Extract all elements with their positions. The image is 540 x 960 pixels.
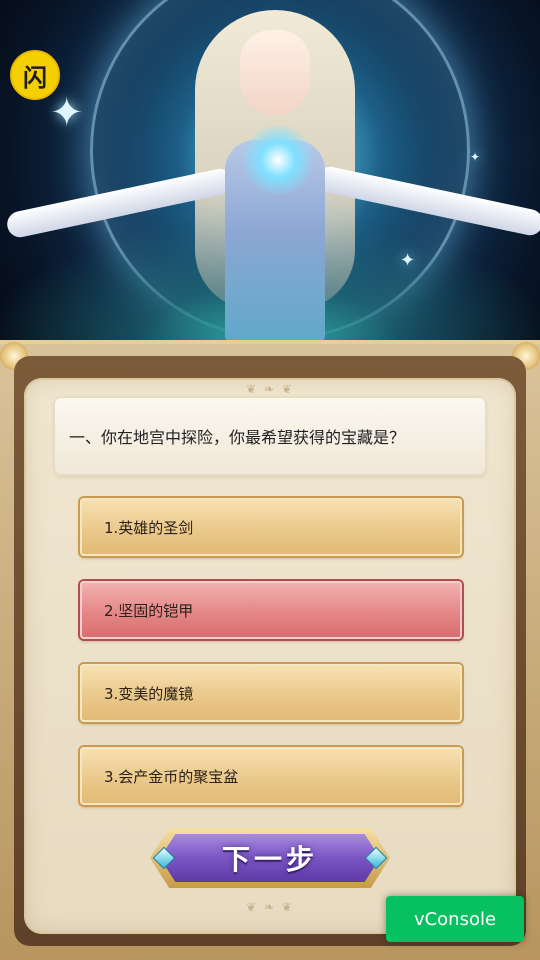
- character-illustration: [4, 0, 540, 345]
- vconsole-label: vConsole: [413, 908, 497, 930]
- option-label: 3.变美的魔镜: [104, 684, 194, 703]
- app-logo[interactable]: 闪: [10, 50, 60, 100]
- next-button-label: 下一步: [221, 843, 318, 876]
- option-label: 3.会产金币的聚宝盆: [104, 767, 239, 786]
- hero-artwork: ✦ ✦ ✦: [0, 0, 540, 345]
- option-3[interactable]: 3.变美的魔镜: [80, 664, 462, 722]
- question-text: 一、你在地宫中探险，你最希望获得的宝藏是？: [69, 428, 406, 447]
- sparkle-icon: ✦: [50, 90, 84, 136]
- option-label: 2.坚固的铠甲: [104, 601, 194, 620]
- magic-orb: [243, 125, 313, 195]
- bottom-ornament: ❦ ❧ ❦: [246, 900, 294, 914]
- next-button-face: 下一步: [160, 834, 380, 882]
- logo-glyph: 闪: [23, 63, 47, 92]
- next-button[interactable]: 下一步: [150, 828, 390, 888]
- option-label: 1.英雄的圣剑: [104, 518, 194, 537]
- top-ornament: ❦ ❧ ❦: [246, 382, 294, 396]
- option-4[interactable]: 3.会产金币的聚宝盆: [80, 747, 462, 805]
- option-1[interactable]: 1.英雄的圣剑: [80, 498, 462, 556]
- option-2[interactable]: 2.坚固的铠甲: [80, 581, 462, 639]
- character-face: [240, 30, 310, 115]
- sparkle-icon: ✦: [470, 150, 481, 164]
- question-box: 一、你在地宫中探险，你最希望获得的宝藏是？: [55, 398, 485, 474]
- vconsole-button[interactable]: vConsole: [386, 896, 524, 942]
- sparkle-icon: ✦: [400, 250, 416, 271]
